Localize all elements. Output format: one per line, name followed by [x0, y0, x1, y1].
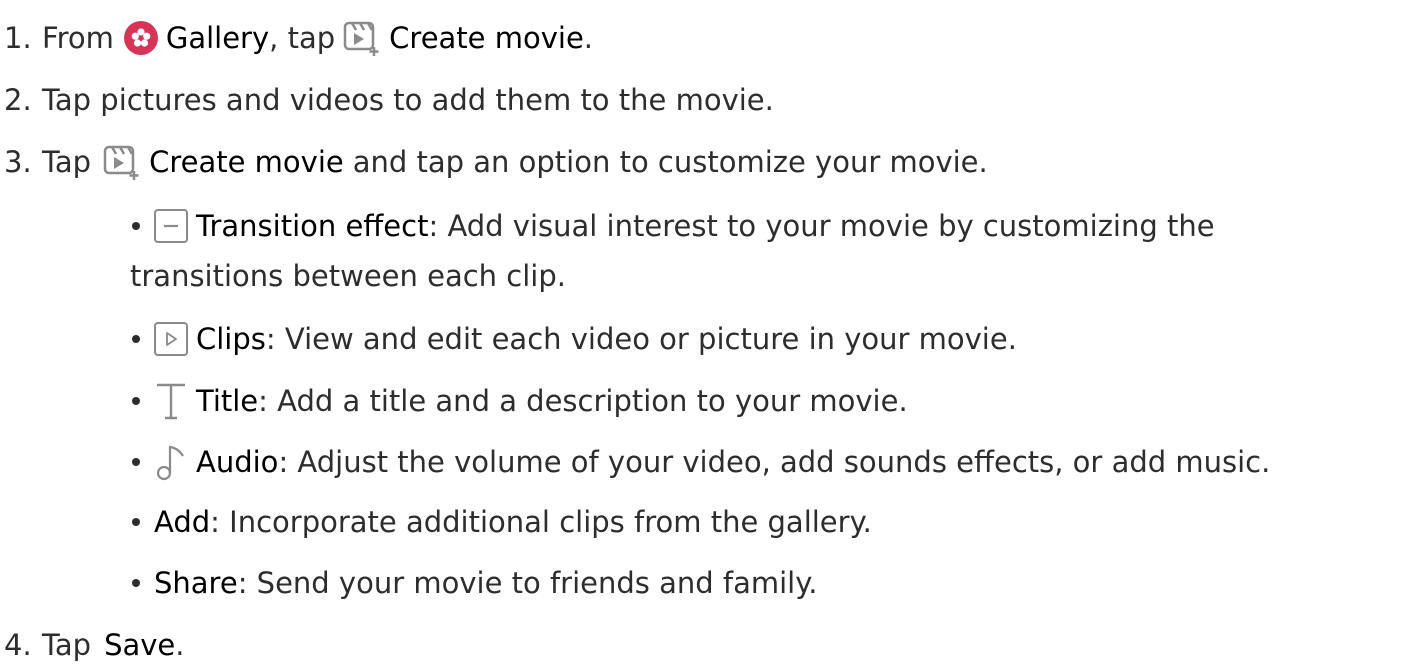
- step-text-post: .: [175, 628, 185, 662]
- gallery-flower-icon: [123, 21, 158, 55]
- audio-note-icon: [154, 442, 188, 482]
- bullet: [132, 222, 140, 230]
- option-label: Share: [154, 566, 238, 600]
- instruction-page: 1. From Gallery , tap Create movie . 2. …: [0, 0, 1407, 670]
- save-label: Save: [104, 628, 176, 662]
- create-movie-icon: [103, 143, 141, 181]
- step-text-pre: From: [42, 21, 114, 55]
- step-1: 1. From Gallery , tap Create movie .: [0, 13, 593, 63]
- step-number: 2.: [4, 83, 32, 117]
- create-movie-label: Create movie: [389, 21, 584, 55]
- option-desc-continued: transitions between each clip.: [130, 259, 566, 293]
- option-clips: Clips : View and edit each video or pict…: [130, 314, 1017, 364]
- option-label: Add: [154, 505, 211, 539]
- option-desc: : View and edit each video or picture in…: [265, 322, 1017, 356]
- bullet: [132, 335, 140, 343]
- step-text-mid: , tap: [269, 21, 336, 55]
- create-movie-icon: [343, 19, 381, 57]
- step-number: 1.: [4, 21, 32, 55]
- step-3: 3. Tap Create movie and tap an option to…: [0, 137, 988, 187]
- bullet: [132, 518, 140, 526]
- step-number: 4.: [4, 628, 32, 662]
- option-desc: : Add visual interest to your movie by c…: [428, 209, 1215, 243]
- option-audio: Audio : Adjust the volume of your video,…: [130, 437, 1270, 487]
- option-label: Title: [196, 384, 259, 418]
- bullet: [132, 579, 140, 587]
- option-share: Share : Send your movie to friends and f…: [130, 558, 817, 608]
- option-transition-effect-continuation: transitions between each clip.: [130, 251, 566, 301]
- option-add: Add : Incorporate additional clips from …: [130, 497, 872, 547]
- bullet: [132, 458, 140, 466]
- step-text: Tap pictures and videos to add them to t…: [42, 83, 774, 117]
- step-4: 4. Tap Save .: [0, 620, 185, 670]
- option-label: Audio: [196, 445, 279, 479]
- create-movie-label: Create movie: [149, 145, 344, 179]
- step-text-post: and tap an option to customize your movi…: [352, 145, 988, 179]
- option-desc: : Incorporate additional clips from the …: [210, 505, 872, 539]
- title-text-icon: [154, 381, 188, 421]
- option-desc: : Adjust the volume of your video, add s…: [278, 445, 1271, 479]
- gallery-link: Gallery: [165, 21, 270, 55]
- option-transition-effect: Transition effect : Add visual interest …: [130, 201, 1215, 251]
- step-text-pre: Tap: [42, 628, 92, 662]
- bullet: [132, 397, 140, 405]
- step-text-pre: Tap: [42, 145, 92, 179]
- step-number: 3.: [4, 145, 32, 179]
- step-text-post: .: [583, 21, 594, 55]
- clips-play-icon: [154, 322, 188, 356]
- transition-effect-icon: [154, 209, 188, 243]
- option-title: Title : Add a title and a description to…: [130, 376, 908, 426]
- option-label: Clips: [196, 322, 266, 356]
- step-2: 2. Tap pictures and videos to add them t…: [0, 75, 774, 125]
- option-desc: : Send your movie to friends and family.: [237, 566, 818, 600]
- option-desc: : Add a title and a description to your …: [258, 384, 908, 418]
- option-label: Transition effect: [196, 209, 429, 243]
